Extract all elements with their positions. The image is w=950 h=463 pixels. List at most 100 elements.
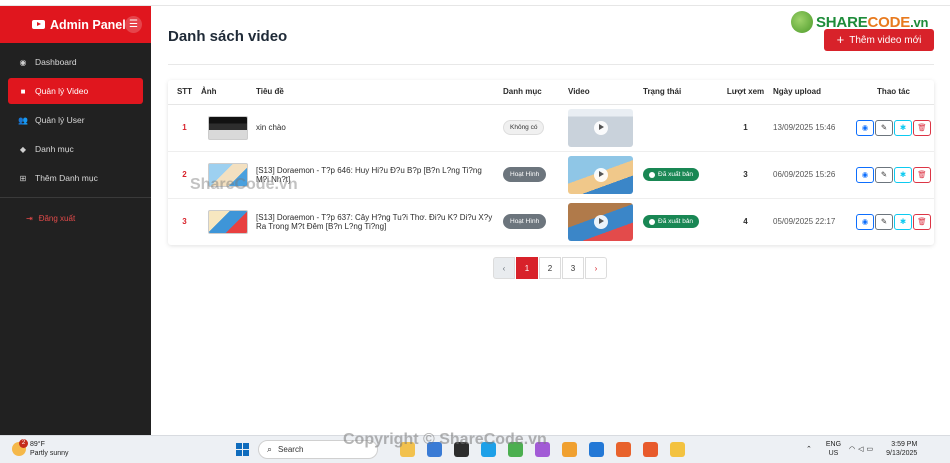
video-preview[interactable] bbox=[568, 202, 633, 241]
play-icon[interactable] bbox=[594, 214, 608, 229]
wifi-volume-battery-icon[interactable]: ◠◁▭ bbox=[849, 445, 876, 453]
app-orange-icon[interactable] bbox=[643, 442, 658, 457]
windows-start-icon[interactable] bbox=[236, 443, 249, 456]
sidebar-item-dashboard[interactable]: ◉ Dashboard bbox=[8, 49, 143, 75]
row-actions: ◉ ✎ ✱ 🗑 bbox=[853, 198, 934, 245]
sidebar-item-video[interactable]: ■ Quản lý Video bbox=[8, 78, 143, 104]
edit-icon[interactable]: ✎ bbox=[875, 213, 893, 230]
delete-icon[interactable]: 🗑 bbox=[913, 213, 931, 230]
view-icon[interactable]: ◉ bbox=[856, 119, 874, 136]
col-title: Tiêu đề bbox=[256, 80, 503, 105]
search-icon: ⌕ bbox=[267, 444, 273, 454]
category-badge: Hoạt Hình bbox=[503, 214, 547, 230]
col-category: Danh mục bbox=[503, 80, 568, 105]
status-label: Đã xuất bản bbox=[658, 171, 694, 178]
publish-icon[interactable]: ✱ bbox=[894, 166, 912, 183]
pagination-page-3[interactable]: 3 bbox=[562, 257, 584, 279]
sidebar-item-label: Danh mục bbox=[35, 144, 74, 154]
col-upload-date: Ngày upload bbox=[773, 80, 853, 105]
col-image: Ảnh bbox=[201, 80, 256, 105]
col-views: Lượt xem bbox=[718, 80, 773, 105]
sidebar-item-add-category[interactable]: ⊞ Thêm Danh mục bbox=[8, 165, 143, 191]
weather-temp: 89°F bbox=[30, 441, 45, 448]
row-title: xin chào bbox=[256, 104, 503, 152]
weather-widget[interactable]: 2 89°F Partly sunny bbox=[12, 439, 69, 458]
users-icon: 👥 bbox=[18, 115, 28, 125]
status-badge: Đã xuất bản bbox=[643, 168, 700, 181]
tags-icon: ◆ bbox=[19, 144, 27, 154]
publish-icon[interactable]: ✱ bbox=[894, 119, 912, 136]
logout-icon: ⇥ bbox=[26, 213, 33, 223]
windows-taskbar: 2 89°F Partly sunny ⌕ Search ⌃ ENG US ◠◁▭ … bbox=[0, 431, 950, 463]
app-yellow-icon[interactable] bbox=[670, 442, 685, 457]
add-video-label: Thêm video mới bbox=[849, 34, 922, 46]
sidebar-item-categories[interactable]: ◆ Danh mục bbox=[8, 136, 143, 162]
sidebar-item-label: Quản lý Video bbox=[35, 86, 89, 96]
view-icon[interactable]: ◉ bbox=[856, 213, 874, 230]
status-badge: Đã xuất bản bbox=[643, 215, 700, 229]
youtube-icon bbox=[32, 20, 45, 29]
row-views: 4 bbox=[743, 217, 748, 227]
sidebar-item-users[interactable]: 👥 Quản lý User bbox=[8, 107, 143, 133]
search-placeholder: Search bbox=[278, 445, 304, 454]
vscode-icon[interactable] bbox=[589, 442, 604, 457]
pagination-page-2[interactable]: 2 bbox=[539, 257, 561, 279]
partly-sunny-icon: 2 bbox=[12, 439, 28, 456]
col-stt: STT bbox=[168, 80, 201, 105]
add-video-button[interactable]: + Thêm video mới bbox=[824, 29, 934, 51]
chevron-up-icon[interactable]: ⌃ bbox=[806, 445, 812, 453]
weather-desc: Partly sunny bbox=[30, 450, 69, 457]
category-badge: Không có bbox=[503, 120, 545, 135]
plus-icon: + bbox=[836, 32, 845, 47]
col-status: Trạng thái bbox=[643, 80, 718, 105]
sidebar-item-label: Dashboard bbox=[35, 57, 77, 67]
pagination-prev-icon[interactable]: ‹ bbox=[493, 257, 515, 279]
row-actions: ◉ ✎ ✱ 🗑 bbox=[853, 151, 934, 199]
language-indicator[interactable]: ENG US bbox=[826, 440, 841, 458]
sidebar-brand: Admin Panel ☰ bbox=[0, 6, 151, 43]
delete-icon[interactable]: 🗑 bbox=[913, 166, 931, 183]
brand-title: Admin Panel bbox=[50, 17, 126, 32]
check-circle-icon bbox=[649, 171, 655, 178]
video-preview[interactable] bbox=[568, 108, 633, 147]
col-actions: Thao tác bbox=[853, 80, 934, 105]
video-thumbnail bbox=[208, 115, 248, 140]
row-date: 05/09/2025 22:17 bbox=[773, 217, 836, 227]
chrome-canary-icon[interactable] bbox=[562, 442, 577, 457]
video-table: STT Ảnh Tiêu đề Danh mục Video Trạng thá… bbox=[168, 80, 934, 245]
row-title: [S13] Doraemon - T?p 637: Cây H?ng Tu?i … bbox=[256, 212, 493, 231]
row-views: 1 bbox=[718, 104, 773, 152]
admin-app: Admin Panel ☰ ◉ Dashboard ■ Quản lý Vide… bbox=[0, 0, 950, 435]
main-content: Danh sách video SHARECODE.vn + Thêm vide… bbox=[151, 6, 950, 435]
publish-icon[interactable]: ✱ bbox=[894, 213, 912, 230]
view-icon[interactable]: ◉ bbox=[856, 166, 874, 183]
logout-label: Đăng xuất bbox=[38, 213, 76, 223]
plus-square-icon: ⊞ bbox=[19, 173, 27, 183]
table-row: 1 xin chào Không có 1 13/09/2025 15:46 ◉… bbox=[168, 104, 934, 152]
hamburger-menu-icon[interactable]: ☰ bbox=[125, 16, 142, 33]
logo-ball-icon bbox=[791, 11, 813, 33]
check-circle-icon bbox=[649, 218, 655, 225]
pagination-page-1[interactable]: 1 bbox=[516, 257, 538, 279]
sidebar-item-label: Thêm Danh mục bbox=[35, 173, 98, 183]
video-icon: ■ bbox=[20, 86, 26, 96]
edit-icon[interactable]: ✎ bbox=[875, 119, 893, 136]
play-icon[interactable] bbox=[594, 167, 608, 182]
video-preview[interactable] bbox=[568, 155, 633, 194]
notification-badge: 2 bbox=[19, 439, 28, 448]
logo-share: SHARE bbox=[816, 13, 868, 31]
clock[interactable]: 3:59 PM 9/13/2025 bbox=[886, 440, 917, 458]
logo-vn: .vn bbox=[910, 14, 929, 30]
edit-icon[interactable]: ✎ bbox=[875, 166, 893, 183]
delete-icon[interactable]: 🗑 bbox=[913, 119, 931, 136]
sidebar-nav: ◉ Dashboard ■ Quản lý Video 👥 Quản lý Us… bbox=[0, 49, 151, 191]
category-badge: Hoạt Hình bbox=[503, 167, 547, 182]
pagination-next-icon[interactable]: › bbox=[585, 257, 607, 279]
row-date: 13/09/2025 15:46 bbox=[773, 104, 853, 152]
brave-icon[interactable] bbox=[616, 442, 631, 457]
play-icon[interactable] bbox=[594, 120, 608, 135]
header-divider bbox=[168, 64, 934, 65]
page-title: Danh sách video bbox=[168, 28, 288, 45]
status-label: Đã xuất bản bbox=[658, 218, 694, 226]
logout-link[interactable]: ⇥ Đăng xuất bbox=[8, 206, 143, 230]
